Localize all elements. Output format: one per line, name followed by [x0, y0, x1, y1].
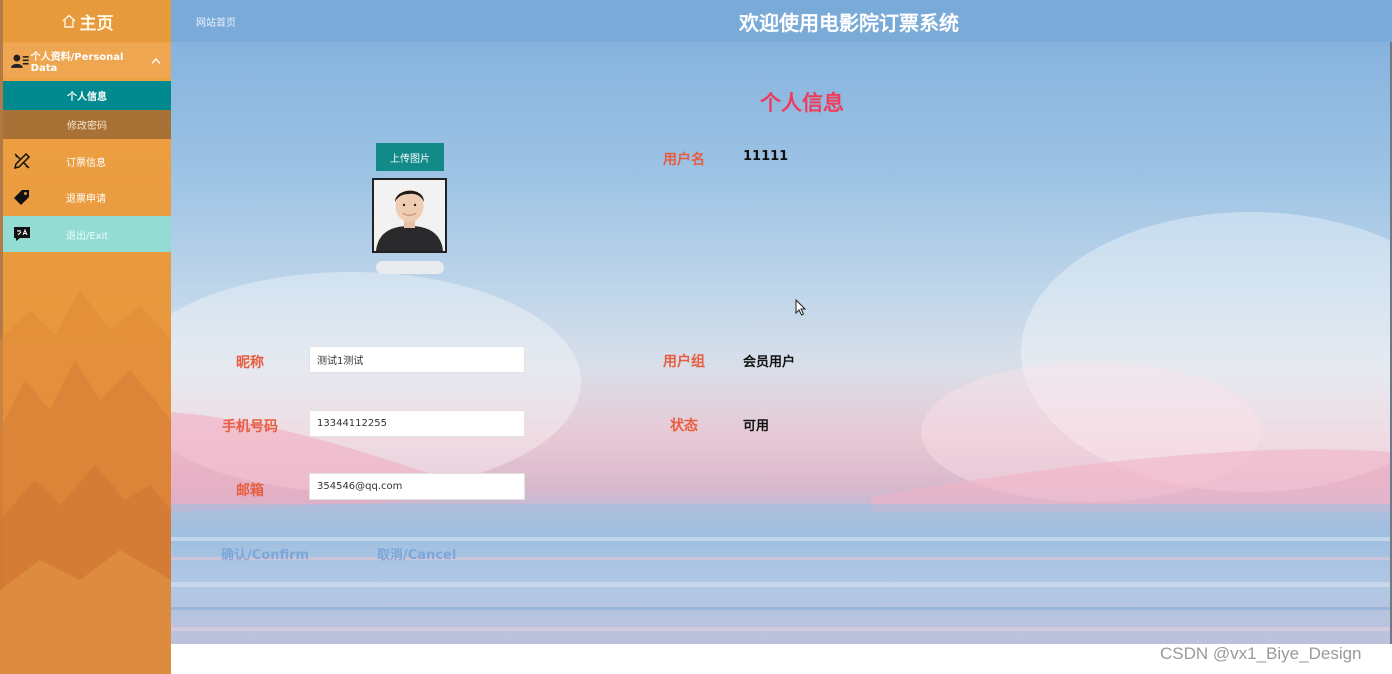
sidebar-item-ticket-info[interactable]: 订票信息 [3, 143, 171, 179]
sidebar-item-exit[interactable]: 退出/Exit [3, 216, 171, 252]
phone-label: 手机号码 [222, 419, 278, 435]
home-label: 主页 [79, 13, 114, 34]
sidebar-item-label: 修改密码 [67, 121, 107, 132]
avatar [372, 178, 447, 253]
sidebar: 主页 个人资料/Personal Data 个人信息 修改密码 订票信息 退票申… [0, 0, 171, 674]
cancel-button[interactable]: 取消/Cancel [377, 544, 456, 563]
pencil-ruler-icon [13, 152, 31, 170]
menu-group-personal-data[interactable]: 个人资料/Personal Data [3, 43, 171, 78]
user-card-icon [11, 54, 29, 68]
email-input[interactable] [309, 473, 525, 500]
username-value: 11111 [743, 149, 789, 164]
chevron-up-icon [151, 57, 161, 64]
page-title: 个人信息 [760, 91, 844, 115]
translate-chat-icon [14, 227, 30, 241]
sidebar-item-personal-info[interactable]: 个人信息 [3, 81, 171, 110]
user-group-value: 会员用户 [743, 355, 796, 370]
email-label: 邮箱 [236, 483, 264, 499]
watermark: CSDN @vx1_Biye_Design [1160, 644, 1362, 663]
menu-group-label: 个人资料/Personal Data [30, 51, 124, 74]
status-value: 可用 [743, 419, 770, 434]
sidebar-item-change-password[interactable]: 修改密码 [3, 110, 171, 139]
sidebar-item-label: 退票申请 [66, 193, 106, 205]
avatar-photo [374, 180, 445, 251]
home-icon [62, 14, 75, 28]
username-label: 用户名 [663, 152, 705, 168]
phone-input[interactable] [309, 410, 525, 437]
app-title: 欢迎使用电影院订票系统 [739, 11, 959, 35]
sidebar-item-label: 个人信息 [67, 92, 107, 103]
main-content: 个人信息 上传图片 用户名 11111 用户组 会员用户 状态 可用 昵称 手机… [171, 42, 1390, 644]
sidebar-item-label: 退出/Exit [66, 230, 109, 242]
file-input[interactable] [376, 261, 444, 274]
mouse-cursor-icon [795, 299, 807, 316]
confirm-button[interactable]: 确认/Confirm [221, 544, 309, 563]
home-link[interactable]: 主页 [3, 0, 171, 42]
upload-image-button[interactable]: 上传图片 [376, 143, 444, 171]
nickname-input[interactable] [309, 346, 525, 373]
top-bar: 网站首页 欢迎使用电影院订票系统 [171, 0, 1392, 42]
sidebar-item-label: 订票信息 [66, 157, 106, 169]
user-group-label: 用户组 [663, 354, 705, 370]
background-scene [171, 212, 1390, 644]
tag-icon [14, 190, 29, 205]
app-root: 主页 个人资料/Personal Data 个人信息 修改密码 订票信息 退票申… [0, 0, 1392, 674]
mountain-background [0, 290, 171, 674]
nickname-label: 昵称 [236, 355, 264, 371]
site-home-link[interactable]: 网站首页 [196, 14, 236, 29]
sidebar-item-refund-request[interactable]: 退票申请 [3, 179, 171, 215]
status-label: 状态 [670, 418, 698, 434]
